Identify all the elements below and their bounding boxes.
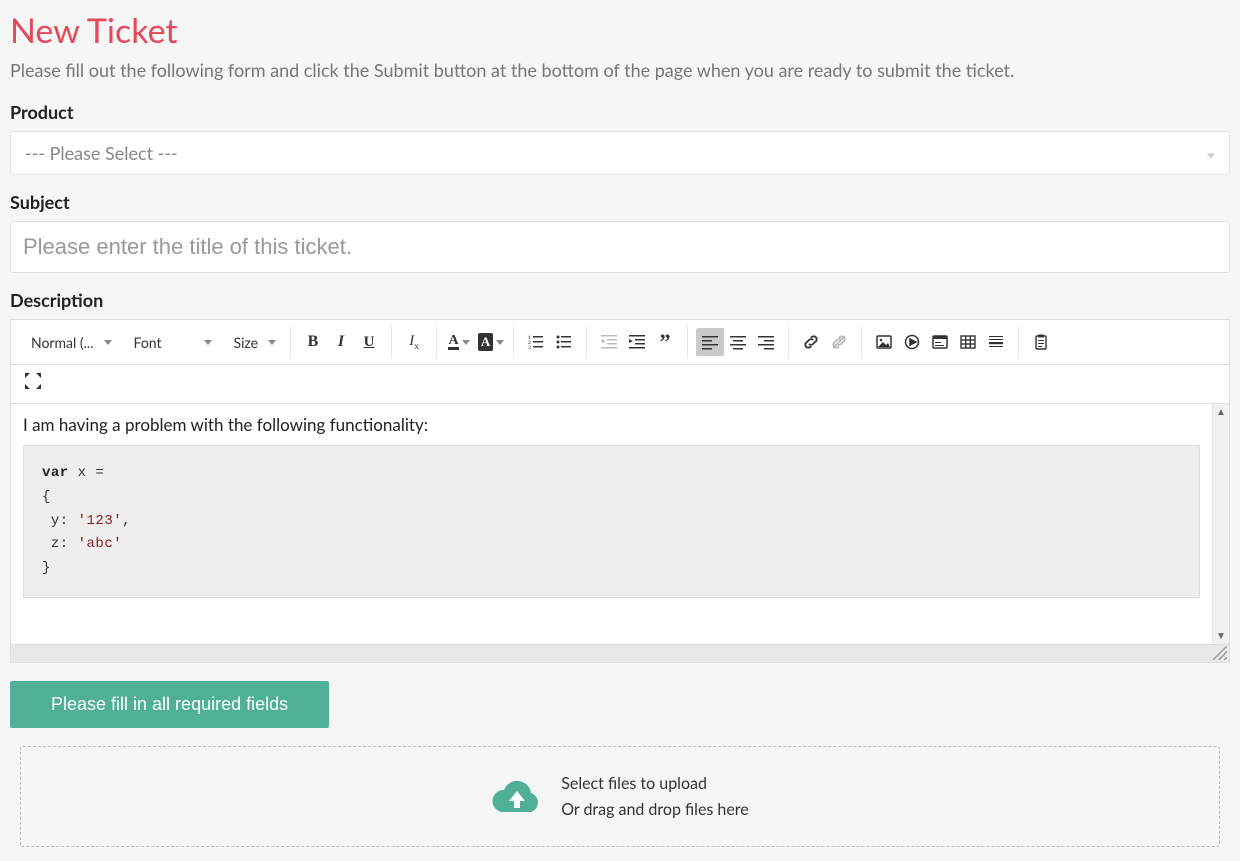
page-title: New Ticket xyxy=(10,10,1230,51)
upload-text: Select files to upload Or drag and drop … xyxy=(561,771,749,822)
scroll-up-icon[interactable]: ▲ xyxy=(1216,404,1226,420)
font-dropdown-label: Font xyxy=(134,334,194,351)
upload-line2: Or drag and drop files here xyxy=(561,797,749,823)
upload-line1: Select files to upload xyxy=(561,771,749,797)
subject-label: Subject xyxy=(10,191,1230,213)
font-dropdown[interactable]: Font xyxy=(128,334,218,351)
maximize-button[interactable] xyxy=(21,369,45,393)
page-instructions: Please fill out the following form and c… xyxy=(10,59,1230,81)
chevron-down-icon xyxy=(462,340,470,345)
bulleted-list-button[interactable] xyxy=(550,328,578,356)
file-upload-dropzone[interactable]: Select files to upload Or drag and drop … xyxy=(20,746,1220,847)
align-right-button[interactable] xyxy=(752,328,780,356)
format-dropdown-label: Normal (... xyxy=(31,334,94,351)
resize-grip-icon xyxy=(1213,646,1227,660)
unlink-button[interactable] xyxy=(825,328,853,356)
editor-resize-bar[interactable] xyxy=(11,644,1229,662)
chevron-down-icon xyxy=(268,340,276,345)
submit-button[interactable]: Please fill in all required fields xyxy=(10,681,329,728)
cloud-upload-icon xyxy=(491,775,543,819)
svg-text:3: 3 xyxy=(528,345,531,350)
subject-input[interactable] xyxy=(10,221,1230,273)
table-button[interactable] xyxy=(954,328,982,356)
italic-button[interactable]: I xyxy=(327,328,355,356)
editor-scrollbar[interactable]: ▲ ▼ xyxy=(1212,404,1229,644)
media-button[interactable] xyxy=(898,328,926,356)
code-snippet-button[interactable] xyxy=(926,328,954,356)
editor-paragraph: I am having a problem with the following… xyxy=(23,414,1200,435)
code-block: var x = { y: '123', z: 'abc' } xyxy=(23,445,1200,598)
chevron-down-icon xyxy=(204,340,212,345)
chevron-down-icon xyxy=(1207,144,1215,163)
chevron-down-icon xyxy=(104,340,112,345)
numbered-list-button[interactable]: 123 xyxy=(522,328,550,356)
text-color-button[interactable]: A xyxy=(445,328,473,356)
background-color-button[interactable]: A xyxy=(477,328,505,356)
description-label: Description xyxy=(10,289,1230,311)
format-dropdown[interactable]: Normal (... xyxy=(25,334,118,351)
horizontal-rule-button[interactable] xyxy=(982,328,1010,356)
chevron-down-icon xyxy=(496,340,504,345)
product-select-placeholder: --- Please Select --- xyxy=(25,142,178,164)
editor-toolbar: Normal (... Font Size B I U Ix A xyxy=(11,320,1229,365)
image-button[interactable] xyxy=(870,328,898,356)
product-select[interactable]: --- Please Select --- xyxy=(10,131,1230,175)
align-center-button[interactable] xyxy=(724,328,752,356)
paste-button[interactable] xyxy=(1027,328,1055,356)
clear-format-button[interactable]: Ix xyxy=(400,328,428,356)
editor-content[interactable]: I am having a problem with the following… xyxy=(11,404,1212,644)
blockquote-button[interactable]: ” xyxy=(651,328,679,356)
rich-text-editor: Normal (... Font Size B I U Ix A xyxy=(10,319,1230,663)
scroll-down-icon[interactable]: ▼ xyxy=(1216,628,1226,644)
product-label: Product xyxy=(10,101,1230,123)
link-button[interactable] xyxy=(797,328,825,356)
underline-button[interactable]: U xyxy=(355,328,383,356)
outdent-button[interactable] xyxy=(595,328,623,356)
size-dropdown[interactable]: Size xyxy=(228,334,282,351)
indent-button[interactable] xyxy=(623,328,651,356)
size-dropdown-label: Size xyxy=(234,334,258,351)
bold-button[interactable]: B xyxy=(299,328,327,356)
align-left-button[interactable] xyxy=(696,328,724,356)
